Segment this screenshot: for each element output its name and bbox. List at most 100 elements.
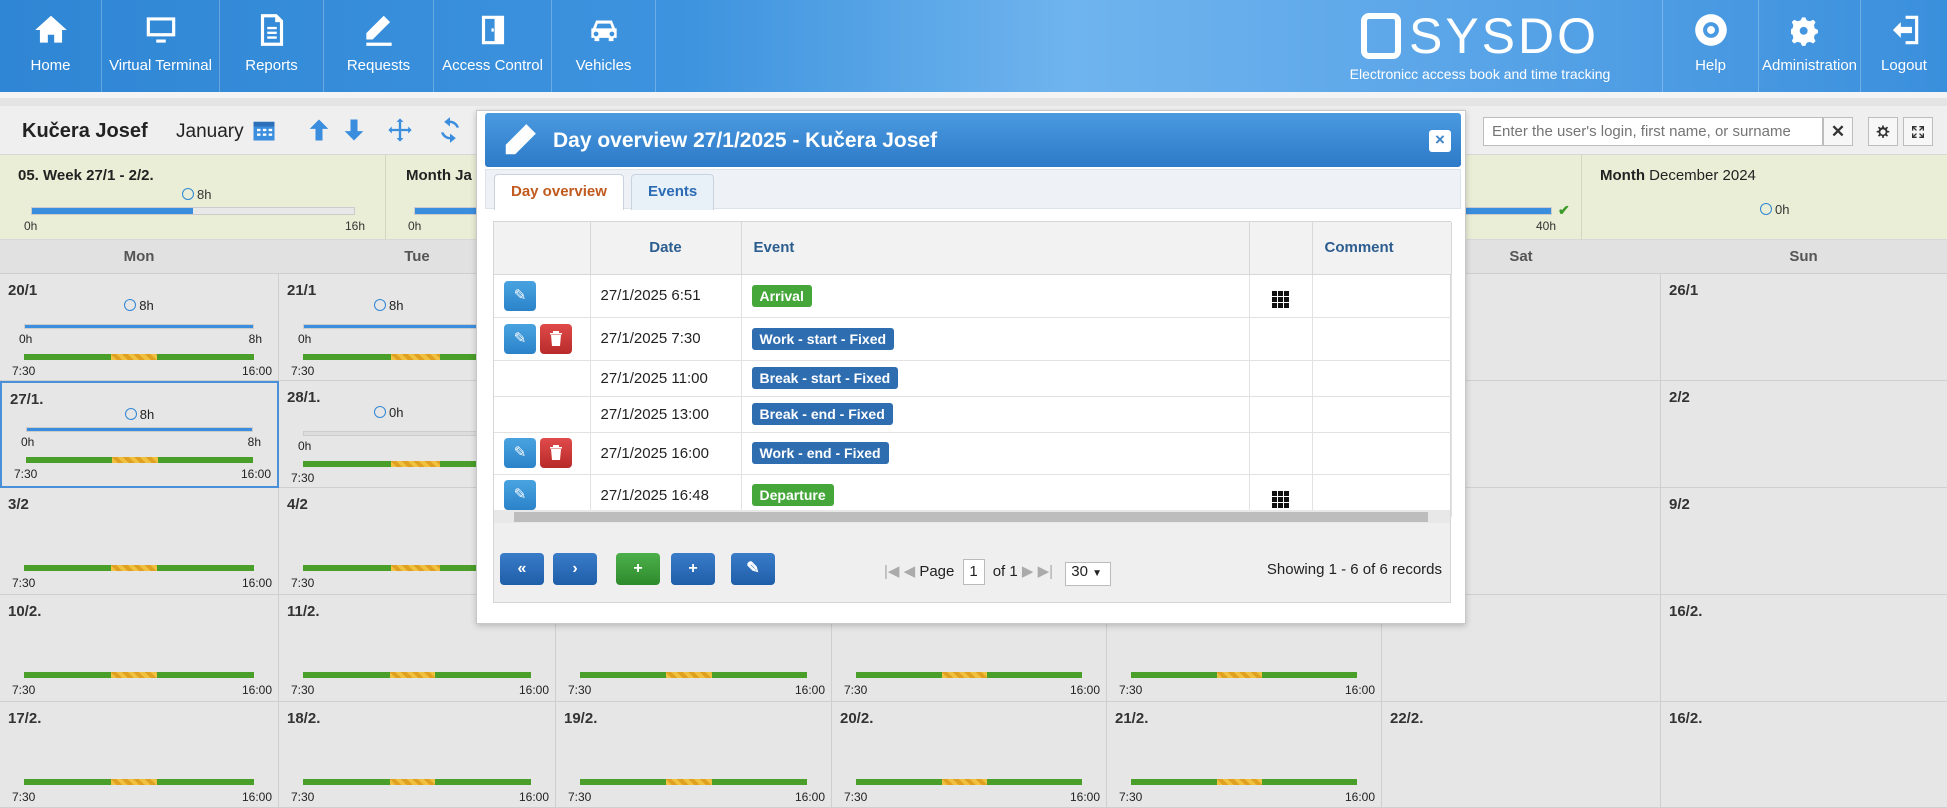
first-page-icon[interactable]: |◀ <box>884 563 899 580</box>
scrollbar-thumb[interactable] <box>514 512 1428 522</box>
nav-separator <box>0 92 1947 98</box>
delete-button[interactable] <box>540 438 572 468</box>
col-date[interactable]: Date <box>590 222 742 275</box>
table-row[interactable]: 27/1/2025 13:00 Break - end - Fixed <box>494 396 1452 433</box>
day-cell[interactable]: 3/2 7:30 16:00 <box>0 488 279 595</box>
calendar-icon[interactable] <box>250 116 278 144</box>
table-row[interactable]: 27/1/2025 11:00 Break - start - Fixed <box>494 360 1452 397</box>
page-size-value: 30 <box>1071 563 1088 580</box>
col-comment[interactable]: Comment <box>1312 222 1452 275</box>
table-row[interactable]: ✎ 27/1/2025 16:00 Work - end - Fixed <box>494 432 1452 475</box>
shift-start: 7:30 <box>291 364 315 378</box>
refresh-icon[interactable] <box>436 116 464 144</box>
row-detail <box>1249 274 1313 318</box>
horizontal-scrollbar[interactable] <box>494 510 1450 524</box>
day-cell[interactable] <box>1466 274 1661 381</box>
add-event-button[interactable]: + <box>616 553 660 585</box>
break-segment <box>391 461 441 467</box>
day-cell[interactable]: 20/2. 7:30 16:00 <box>832 702 1107 808</box>
day-cell-selected[interactable]: 27/1. 8h 0h 8h 7:30 16:00 <box>0 381 279 488</box>
day-cell[interactable]: 21/1 8h 0h 7:30 <box>279 274 479 381</box>
day-cell[interactable]: 21/2. 7:30 16:00 <box>1107 702 1382 808</box>
clear-search-button[interactable]: ✕ <box>1823 117 1853 146</box>
day-cell[interactable]: 10/2. 7:30 16:00 <box>0 595 279 702</box>
shift-end: 16:00 <box>241 364 272 378</box>
settings-button[interactable] <box>1868 117 1898 146</box>
day-cell[interactable]: 26/1 <box>1661 274 1947 381</box>
brand-tagline: Electronicc access book and time trackin… <box>1349 66 1611 82</box>
tab-day-overview[interactable]: Day overview <box>494 174 624 210</box>
day-number: 16/2. <box>1669 603 1703 620</box>
user-search-input[interactable] <box>1483 117 1823 146</box>
nav-requests[interactable]: Requests <box>324 0 434 92</box>
nav-logout[interactable]: Logout <box>1860 0 1947 92</box>
edit-button[interactable]: ✎ <box>504 323 536 354</box>
day-cell[interactable]: 4/2 7:30 <box>279 488 479 595</box>
schedule-bar <box>24 354 254 360</box>
col-detail <box>1249 222 1313 275</box>
dialog-header[interactable]: Day overview 27/1/2025 - Kučera Josef × <box>485 113 1461 167</box>
move-icon[interactable] <box>386 116 414 144</box>
day-number: 27/1. <box>10 391 44 408</box>
arrow-up-icon[interactable] <box>305 116 333 144</box>
break-segment <box>1216 779 1263 785</box>
nav-virtual-terminal[interactable]: Virtual Terminal <box>102 0 220 92</box>
close-dialog-button[interactable]: × <box>1429 130 1451 152</box>
add-button[interactable]: + <box>671 553 715 585</box>
break-segment <box>111 672 158 678</box>
day-cell[interactable]: 9/2 <box>1661 488 1947 595</box>
edit-button[interactable]: ✎ <box>504 280 536 311</box>
day-cell[interactable]: 19/2. 7:30 16:00 <box>556 702 832 808</box>
delete-button[interactable] <box>540 323 572 354</box>
edit-button[interactable]: ✎ <box>504 480 536 510</box>
day-cell[interactable]: 2/2 <box>1661 381 1947 488</box>
grid-icon[interactable] <box>1272 291 1289 308</box>
shift-end: 16:00 <box>1344 790 1375 804</box>
fullscreen-button[interactable] <box>1903 117 1933 146</box>
shift-end: 16:00 <box>518 790 549 804</box>
logout-icon <box>1892 15 1919 45</box>
day-cell[interactable]: 17/2. 7:30 16:00 <box>0 702 279 808</box>
day-cell[interactable]: 28/1. 0h 0h 7:30 <box>279 381 479 488</box>
prev-month-hours: 0h <box>1775 202 1790 217</box>
day-cell[interactable]: 16/2. <box>1661 702 1947 808</box>
day-cell[interactable]: 20/1 8h 0h 8h 7:30 16:00 <box>0 274 279 381</box>
shift-start: 7:30 <box>568 683 592 697</box>
page-number-input[interactable]: 1 <box>962 559 985 585</box>
day-cell[interactable]: 22/2. <box>1382 702 1661 808</box>
day-cell[interactable] <box>1466 381 1661 488</box>
clock-icon <box>374 406 386 418</box>
edit-button[interactable]: ✎ <box>731 553 775 585</box>
nav-help[interactable]: Help <box>1662 0 1758 92</box>
nav-administration[interactable]: Administration <box>1758 0 1860 92</box>
next-page-icon[interactable]: ▶ <box>1022 563 1034 580</box>
edit-button[interactable]: ✎ <box>504 438 536 468</box>
expand-button[interactable]: › <box>553 553 597 585</box>
nav-home[interactable]: Home <box>0 0 102 92</box>
col-event[interactable]: Event <box>741 222 1250 275</box>
day-cell[interactable] <box>1466 488 1661 595</box>
table-row[interactable]: ✎ 27/1/2025 7:30 Work - start - Fixed <box>494 317 1452 361</box>
shift-end: 16:00 <box>794 683 825 697</box>
nav-vehicles[interactable]: Vehicles <box>552 0 656 92</box>
records-count: Showing 1 - 6 of 6 records <box>1266 561 1442 578</box>
event-label: Arrival <box>751 284 812 307</box>
collapse-button[interactable]: « <box>500 553 544 585</box>
nav-access-control[interactable]: Access Control <box>434 0 552 92</box>
previous-month-summary: Month December 2024 0h <box>1582 155 1947 241</box>
tab-events[interactable]: Events <box>631 174 715 210</box>
page-size-select[interactable]: 30 ▼ <box>1065 562 1112 586</box>
week-min: 0h <box>24 219 38 233</box>
nav-reports[interactable]: Reports <box>220 0 324 92</box>
day-cell[interactable]: 16/2. <box>1661 595 1947 702</box>
table-row[interactable]: ✎ 27/1/2025 6:51 Arrival <box>494 274 1452 318</box>
row-date: 27/1/2025 11:00 <box>590 360 742 397</box>
last-page-icon[interactable]: ▶| <box>1038 563 1053 580</box>
arrow-down-icon[interactable] <box>340 116 368 144</box>
prev-page-icon[interactable]: ◀ <box>904 563 916 580</box>
month-label[interactable]: January <box>176 121 244 143</box>
day-cell[interactable]: 18/2. 7:30 16:00 <box>279 702 556 808</box>
home-icon <box>34 15 67 43</box>
grid-icon[interactable] <box>1272 490 1289 508</box>
pencil-icon <box>505 124 536 155</box>
